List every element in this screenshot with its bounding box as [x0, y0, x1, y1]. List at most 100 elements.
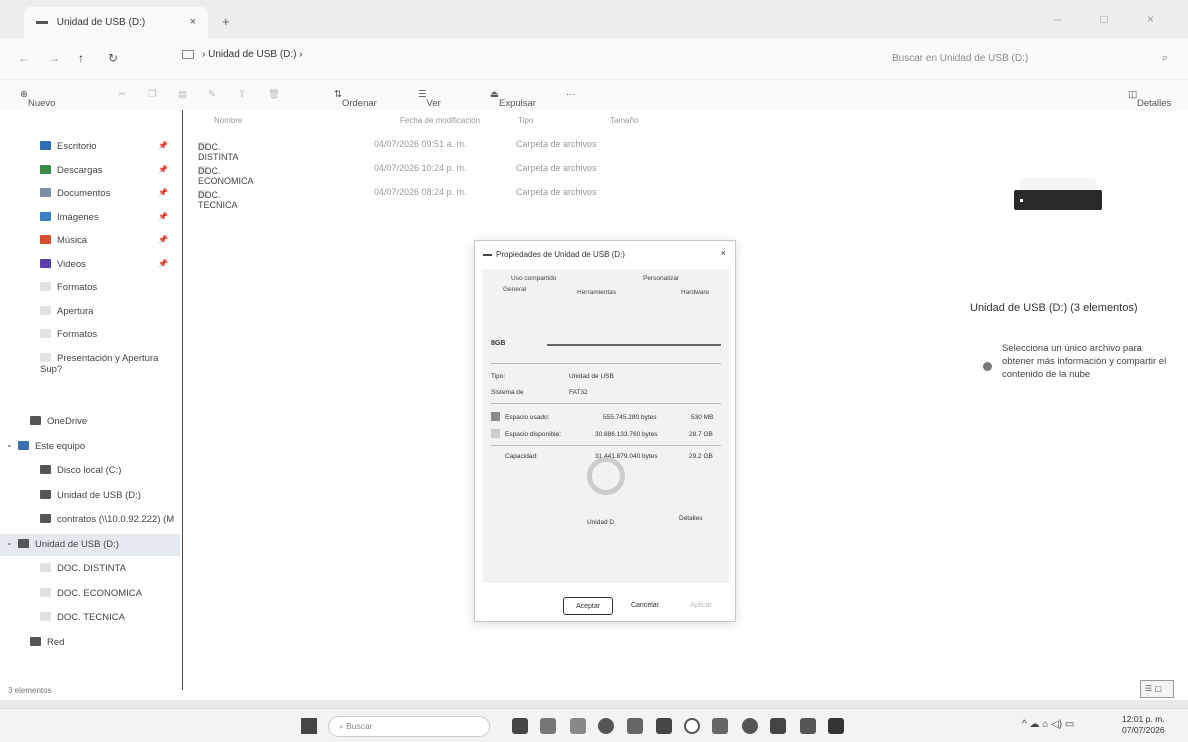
app-icon-2[interactable] [627, 718, 643, 734]
details-button[interactable]: ◫ Detalles [1128, 89, 1171, 109]
dialog-close-icon[interactable]: × [721, 248, 726, 258]
navigation-pane[interactable]: Escritorio 📌 Descargas 📌 Documentos 📌 Imágenes… [0, 110, 183, 690]
tree-item[interactable]: Unidad de USB (D:) [0, 485, 180, 507]
drive-letter-label: Unidad D [587, 519, 615, 526]
tree-item[interactable]: Disco local (C:) [0, 460, 180, 482]
sidebar-item[interactable]: Formatos [0, 277, 180, 299]
chevron-down-icon[interactable]: ⌄ [6, 538, 13, 547]
file-date: 04/07/2026 10:24 p. m. [374, 163, 467, 173]
tree-item[interactable]: contratos (\\10.0.92.222) (M [0, 509, 180, 531]
details-title: Unidad de USB (D:) (3 elementos) [970, 302, 1138, 314]
sidebar-item[interactable]: Escritorio 📌 [0, 136, 180, 158]
apply-button[interactable]: Aplicar [677, 597, 725, 615]
tab-customize[interactable]: Personalizar [643, 275, 679, 282]
share-icon[interactable]: ⇪ [238, 89, 246, 100]
clock[interactable]: 12:01 p. m. 07/07/2026 [1122, 714, 1165, 736]
app-icon-6[interactable] [828, 718, 844, 734]
file-explorer-icon[interactable] [656, 718, 672, 734]
tree-item[interactable]: Red [0, 632, 180, 654]
tree-item[interactable]: DOC. DISTINTA [0, 558, 180, 580]
copy-icon[interactable]: ❐ [148, 89, 157, 100]
app-icon-4[interactable] [742, 718, 758, 734]
ok-button[interactable]: Aceptar [563, 597, 613, 615]
search-input[interactable]: Buscar en Unidad de USB (D:) ⌕ [878, 45, 1178, 73]
paste-icon[interactable]: ▤ [178, 89, 187, 100]
folder-icon [40, 305, 51, 315]
forward-icon[interactable]: → [48, 51, 60, 65]
tab-shared[interactable]: Uso compartido [511, 275, 557, 282]
app-icon-1[interactable] [570, 718, 586, 734]
up-icon[interactable]: ↑ [78, 51, 84, 65]
more-button[interactable]: ··· [566, 89, 576, 100]
cut-icon[interactable]: ✂ [118, 89, 126, 100]
back-icon[interactable]: ← [18, 51, 30, 65]
widgets-icon[interactable] [540, 718, 556, 734]
new-tab-button[interactable]: + [222, 14, 230, 29]
eject-button[interactable]: ⏏ Expulsar [490, 89, 536, 109]
file-row[interactable]: DOC. DISTINTA 04/07/2026 09:51 a. m. Carpe… [188, 136, 658, 162]
filesystem-label: Sistema de [491, 389, 524, 396]
sidebar-item[interactable]: Formatos [0, 324, 180, 346]
used-space-size: 530 MB [691, 414, 714, 421]
cancel-button[interactable]: Cancelar [621, 597, 669, 615]
column-size[interactable]: Tamaño [610, 116, 638, 125]
task-view-icon[interactable] [512, 718, 528, 734]
sidebar-item-label: Videos [57, 258, 86, 270]
used-space-swatch [491, 412, 500, 421]
sidebar-item[interactable]: Apertura [0, 301, 180, 323]
column-date[interactable]: Fecha de modificación [400, 116, 480, 125]
file-type: Carpeta de archivos [516, 163, 597, 173]
new-button[interactable]: ⊕ Nuevo [20, 89, 55, 109]
system-tray[interactable]: ^ ☁ ⌂ ◁) ▭ [1022, 719, 1074, 730]
taskbar-search[interactable]: ⌕ Buscar [328, 716, 490, 737]
search-icon: ⌕ [1161, 52, 1168, 64]
tree-item[interactable]: ⌄ Unidad de USB (D:) [0, 533, 180, 556]
tab-general[interactable]: General [503, 286, 526, 293]
window-controls[interactable]: – □ × [1054, 12, 1172, 26]
sort-button[interactable]: ⇅ Ordenar [334, 89, 377, 109]
sidebar-item-label: Música [57, 235, 88, 246]
app-icon-5[interactable] [800, 718, 816, 734]
view-button[interactable]: ☰ Ver [418, 89, 441, 109]
start-icon[interactable] [301, 718, 317, 734]
view-toggle-buttons[interactable]: ☰ ▢ [1140, 680, 1174, 698]
sidebar-item[interactable]: Música 📌 [0, 230, 180, 252]
tab-usb-drive[interactable]: Unidad de USB (D:) × [24, 7, 208, 38]
sidebar-item[interactable]: Documentos 📌 [0, 183, 180, 205]
tab-hardware[interactable]: Hardware [681, 289, 709, 296]
close-tab-icon[interactable]: × [190, 16, 196, 28]
column-type[interactable]: Tipo [518, 116, 533, 125]
folder-icon [40, 141, 51, 150]
volume-name-input[interactable] [547, 344, 721, 346]
refresh-icon[interactable]: ↻ [108, 51, 118, 65]
pin-icon: 📌 [158, 211, 168, 221]
tree-item[interactable]: DOC. ECONOMICA [0, 583, 180, 605]
taskbar-search-label: Buscar [346, 721, 373, 731]
details-button[interactable]: Detalles [679, 515, 702, 522]
app-icon-3[interactable] [712, 718, 728, 734]
edge-icon[interactable] [598, 718, 614, 734]
chrome-icon[interactable] [684, 718, 700, 734]
file-row[interactable]: DOC. ECONOMICA 04/07/2026 10:24 p. m. Carp… [188, 160, 658, 186]
sidebar-item[interactable]: Videos 📌 [0, 254, 180, 276]
column-name[interactable]: Nombre [214, 116, 242, 125]
file-row[interactable]: DOC. TECNICA 04/07/2026 08:24 p. m. Carpet… [188, 184, 658, 210]
used-space-label: Espacio usado: [505, 414, 550, 421]
sidebar-item-label: Descargas [57, 164, 103, 176]
teams-icon[interactable] [770, 718, 786, 734]
tab-tools[interactable]: Herramientas [577, 289, 616, 296]
delete-icon[interactable]: 🗑 [268, 89, 280, 100]
file-name-text: DOC. DISTINTA [198, 142, 239, 162]
tree-item[interactable]: OneDrive [0, 411, 180, 433]
tree-item[interactable]: ⌄ Este equipo [0, 436, 180, 458]
chevron-down-icon[interactable]: ⌄ [6, 440, 13, 449]
sidebar-item[interactable]: Presentación y Apertura Sup? [0, 348, 180, 375]
rename-icon[interactable]: ✎ [208, 89, 216, 100]
folder-icon [40, 352, 51, 362]
sidebar-item[interactable]: Imágenes 📌 [0, 207, 180, 229]
sidebar-item[interactable]: Descargas 📌 [0, 160, 180, 182]
file-date: 04/07/2026 09:51 a. m. [374, 139, 467, 149]
volume-label: 8GB [491, 340, 506, 347]
tree-item[interactable]: DOC. TECNICA [0, 607, 180, 629]
breadcrumb[interactable]: › Unidad de USB (D:) › [182, 49, 303, 60]
